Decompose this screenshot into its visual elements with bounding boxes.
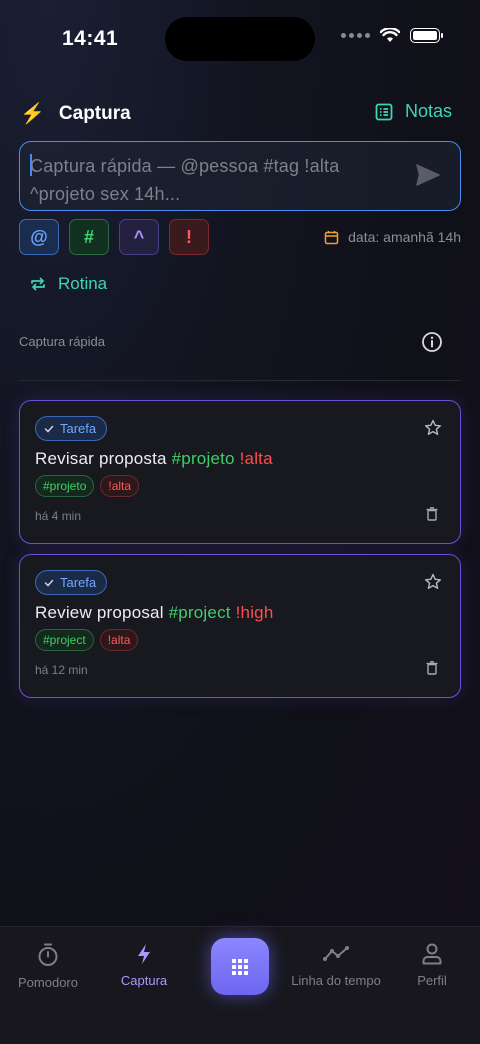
mention-token-button[interactable]: @ (19, 219, 59, 255)
nav-item-timeline[interactable]: Linha do tempo (288, 943, 384, 988)
nav-item-captura[interactable]: Captura (118, 943, 170, 988)
tag-chip[interactable]: #project (35, 629, 94, 651)
date-hint-text: data: amanhã 14h (348, 229, 461, 245)
check-icon (44, 425, 54, 433)
title-priority: !high (230, 603, 274, 622)
signal-icon (341, 33, 370, 38)
page-title: Captura (58, 102, 131, 124)
title-text: Revisar proposta (35, 449, 172, 468)
grid-icon (232, 958, 248, 975)
repeat-icon (31, 277, 45, 291)
lightning-icon: ⚡ (20, 103, 45, 125)
notes-button[interactable]: Notas (375, 101, 452, 122)
title-text: Review proposal (35, 603, 169, 622)
capture-card[interactable]: Tarefa Review proposal #project !high #p… (19, 554, 461, 698)
text-cursor (30, 154, 32, 176)
notes-label: Notas (404, 101, 452, 121)
trash-icon[interactable] (426, 507, 438, 521)
token-buttons: @ # ^ ! (19, 219, 209, 255)
routine-button[interactable]: Rotina (30, 274, 107, 294)
title-priority: !alta (234, 449, 273, 468)
dynamic-island (165, 17, 315, 61)
trash-icon[interactable] (426, 661, 438, 675)
chip-list: #project !alta (35, 629, 139, 651)
quick-capture-input[interactable]: Captura rápida — @pessoa #tag !alta ^pro… (19, 141, 461, 211)
nav-label: Pomodoro (18, 975, 78, 990)
nav-item-perfil[interactable]: Perfil (412, 943, 452, 988)
nav-item-pomodoro[interactable]: Pomodoro (18, 943, 78, 990)
status-time: 14:41 (62, 27, 119, 50)
type-badge: Tarefa (35, 570, 108, 595)
project-token-button[interactable]: ^ (119, 219, 159, 255)
priority-token-button[interactable]: ! (169, 219, 209, 255)
wifi-icon (380, 28, 400, 42)
type-badge: Tarefa (35, 416, 108, 441)
priority-chip[interactable]: !alta (100, 475, 140, 497)
tag-chip[interactable]: #projeto (35, 475, 95, 497)
send-icon[interactable] (416, 164, 440, 186)
apps-grid-button[interactable] (211, 938, 269, 995)
check-icon (44, 579, 54, 587)
capture-card[interactable]: Tarefa Revisar proposta #projeto !alta #… (19, 400, 461, 544)
bottom-nav: Pomodoro Captura Linha do tempo Perfil (0, 926, 480, 1044)
time-ago: há 12 min (35, 663, 88, 677)
title-tag: #project (168, 603, 231, 622)
divider (19, 380, 461, 381)
card-title: Review proposal #project !high (35, 603, 274, 623)
star-icon[interactable] (424, 573, 442, 591)
card-title: Revisar proposta #projeto !alta (35, 449, 273, 469)
star-icon[interactable] (424, 419, 442, 437)
status-icons (341, 28, 443, 43)
stopwatch-icon (38, 943, 58, 966)
info-icon[interactable] (421, 331, 443, 353)
app-header: ⚡ Captura (20, 101, 131, 126)
nav-label: Captura (120, 973, 168, 988)
capture-placeholder: Captura rápida — @pessoa #tag !alta ^pro… (30, 156, 340, 204)
title-tag: #projeto (171, 449, 235, 468)
priority-chip[interactable]: !alta (99, 629, 139, 651)
calendar-icon (324, 230, 339, 244)
lightning-icon (138, 944, 150, 964)
nav-label: Linha do tempo (291, 973, 381, 988)
tag-token-button[interactable]: # (69, 219, 109, 255)
nav-label: Perfil (417, 973, 447, 988)
chip-list: #projeto !alta (35, 475, 140, 497)
date-hint: data: amanhã 14h (324, 229, 461, 245)
routine-label: Rotina (58, 274, 108, 293)
timeline-icon (323, 946, 349, 961)
notes-icon (375, 103, 393, 120)
badge-label: Tarefa (60, 575, 97, 590)
time-ago: há 4 min (35, 509, 82, 523)
section-label: Captura rápida (19, 334, 105, 349)
person-icon (422, 943, 442, 965)
badge-label: Tarefa (60, 421, 97, 436)
battery-icon (410, 28, 443, 43)
